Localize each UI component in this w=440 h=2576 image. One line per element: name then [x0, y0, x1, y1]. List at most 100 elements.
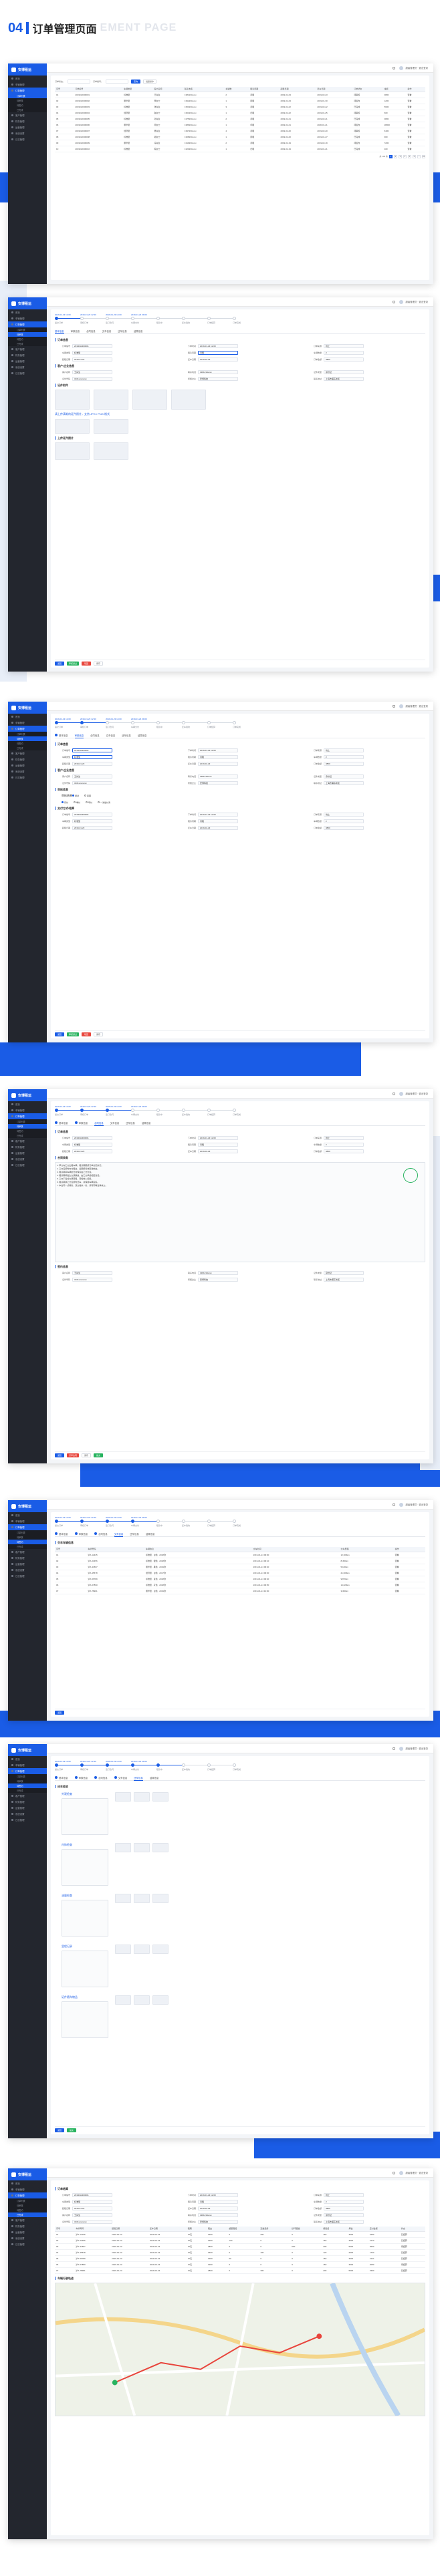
tab-item[interactable]: 还车信息 — [118, 328, 127, 333]
sidebar-subitem[interactable]: 订单列表 — [8, 1774, 47, 1779]
app-logo[interactable]: 安博租运 — [8, 63, 47, 76]
field-value[interactable]: 3101xxxxxxxx — [72, 1278, 112, 1282]
sidebar-item[interactable]: 日志管理 — [8, 1162, 47, 1168]
sidebar-item[interactable]: 客户管理 — [8, 2217, 47, 2223]
table-cell[interactable]: 查看 — [393, 1552, 425, 1558]
field-value[interactable]: 王先生 — [72, 1271, 112, 1275]
sidebar-subitem[interactable]: 订单列表 — [8, 1530, 47, 1535]
check-photo[interactable] — [115, 1995, 131, 2005]
sidebar-item[interactable]: 运营管理 — [8, 762, 47, 768]
table-row[interactable]: 02 沪A·23456 标准型 · 银色 · 2018款 2019-01-24 09:… — [55, 1558, 425, 1564]
sidebar-item[interactable]: 客户管理 — [8, 1549, 47, 1555]
sidebar-item[interactable]: 车辆管理 — [8, 315, 47, 321]
tab-item[interactable]: 合同信息 — [86, 328, 96, 333]
field-value[interactable]: 月租 — [198, 755, 238, 759]
tab-item[interactable]: 审核信息 — [74, 1120, 88, 1125]
back-button[interactable]: 返回 — [55, 1032, 64, 1036]
page-button[interactable]: 3 — [399, 154, 402, 158]
tab-item[interactable]: 审核信息 — [74, 732, 84, 738]
field-value[interactable]: 2 — [324, 819, 364, 823]
field-value[interactable]: 安博科技 — [198, 2220, 238, 2224]
table-row[interactable]: 01 沪A·12345 标准型 · 白色 · 2018款 2019-01-24 09:… — [55, 1552, 425, 1558]
page-button[interactable]: 1 — [389, 154, 393, 158]
sidebar-subitem[interactable]: 待审核 — [8, 2203, 47, 2208]
check-photo[interactable] — [152, 1792, 169, 1802]
tab-item[interactable]: 合同信息 — [94, 1775, 108, 1780]
table-row[interactable]: 03 2019012300003 标准型 张先生 1353234xxxx 3 月租 2019-… — [55, 104, 425, 110]
save-button[interactable]: 保存 — [94, 661, 104, 666]
sidebar-item[interactable]: 订单管理 — [8, 1113, 47, 1119]
back-button[interactable]: 返回 — [55, 1710, 64, 1715]
field-value[interactable]: 3800 — [324, 1149, 364, 1153]
bell-icon[interactable] — [393, 1503, 396, 1506]
tab-item[interactable]: 合同信息 — [94, 1120, 104, 1126]
table-cell[interactable]: 查看 — [393, 1570, 425, 1576]
back-button[interactable]: 返回 — [55, 2128, 64, 2132]
status-select[interactable] — [68, 80, 91, 84]
field-value[interactable]: 安博科技 — [198, 377, 238, 381]
sidebar-subitem[interactable]: 待审核 — [8, 1779, 47, 1783]
submit-button[interactable]: 提交 — [67, 2128, 76, 2132]
sidebar-item[interactable]: 客户管理 — [8, 346, 47, 352]
field-value[interactable]: 身份证 — [324, 370, 364, 374]
save-button[interactable]: 保存 — [82, 1453, 92, 1457]
sidebar-item[interactable]: 车辆管理 — [8, 720, 47, 726]
sidebar-item[interactable]: 系统设置 — [8, 1811, 47, 1817]
page-button[interactable]: 5 — [408, 154, 411, 158]
field-value[interactable]: 2019-02-23 — [198, 2206, 238, 2210]
table-row[interactable]: 08 2019012300008 标准型 郑女士 1308234xxxx 1 周租 2019-… — [55, 134, 425, 140]
sidebar-item[interactable]: 财务管理 — [8, 118, 47, 124]
tab-item[interactable]: 结算信息 — [134, 328, 143, 333]
user-info[interactable]: 超级管理员 · 退出登录 — [405, 704, 428, 708]
sidebar-subitem[interactable]: 待审核 — [8, 98, 47, 103]
check-photo[interactable] — [115, 1945, 131, 1954]
sidebar-subitem[interactable]: 已完成 — [8, 108, 47, 112]
table-cell[interactable]: 2019012300003 — [74, 104, 123, 110]
page-button[interactable]: 2 — [394, 154, 397, 158]
table-cell[interactable]: 查看 — [393, 1588, 425, 1594]
sidebar-item[interactable]: 财务管理 — [8, 1144, 47, 1150]
table-cell[interactable]: 2019012300001 — [74, 92, 123, 98]
pay-radio[interactable]: 年付 — [86, 801, 92, 804]
table-cell[interactable]: 2019012300006 — [74, 122, 123, 128]
user-info[interactable]: 超级管理员 · 退出登录 — [405, 1092, 428, 1095]
field-value[interactable]: 月租 — [198, 1143, 238, 1147]
avatar[interactable] — [399, 704, 404, 708]
check-note[interactable] — [62, 1951, 108, 1987]
sidebar-subitem[interactable]: 待签约 — [8, 1129, 47, 1133]
field-value[interactable]: 3800 — [324, 762, 364, 766]
sidebar-subitem[interactable]: 待签约 — [8, 741, 47, 746]
pay-radio[interactable]: 季付 — [74, 801, 80, 804]
field-value[interactable]: 2019012300001 — [72, 2193, 112, 2197]
sidebar-item[interactable]: 首页 — [8, 714, 47, 720]
sidebar-item[interactable]: 订单管理 — [8, 88, 47, 94]
reject-button[interactable]: 驳回 — [82, 1032, 92, 1036]
field-value[interactable]: 3800 — [324, 2206, 364, 2210]
field-value[interactable]: 2019-01-23 — [72, 2206, 112, 2210]
field-value[interactable]: 3101xxxxxxxx — [72, 377, 112, 381]
attachment-image[interactable] — [55, 442, 90, 460]
tab-item[interactable]: 交车信息 — [102, 328, 112, 333]
audit-radio[interactable]: 驳回 — [84, 795, 91, 797]
reject-button[interactable]: 驳回 — [82, 661, 92, 666]
table-row[interactable]: 02 沪A·23456 2019-01-23 2019-02-23 31天 1900 120… — [55, 2237, 425, 2244]
field-value[interactable]: 上海市浦东新区 — [324, 781, 364, 785]
field-value[interactable]: 2 — [324, 351, 364, 355]
sidebar-item[interactable]: 车辆管理 — [8, 1518, 47, 1524]
table-cell[interactable]: 查看 — [393, 1558, 425, 1564]
field-value[interactable]: 3800 — [324, 826, 364, 830]
sidebar-item[interactable]: 首页 — [8, 309, 47, 315]
attachment-image[interactable] — [94, 419, 128, 434]
page-button[interactable]: 10 — [422, 154, 425, 158]
tab-item[interactable]: 审核信息 — [74, 1531, 88, 1536]
pay-radio[interactable]: 月付 — [62, 801, 68, 804]
field-value[interactable]: 线上 — [324, 748, 364, 752]
attachment-image[interactable] — [94, 390, 128, 410]
tab-item[interactable]: 合同信息 — [90, 732, 100, 738]
sidebar-item[interactable]: 车辆管理 — [8, 1107, 47, 1113]
table-row[interactable]: 05 2019012300005 标准型 孙先生 1375234xxxx 2 月租 2019-… — [55, 116, 425, 122]
field-value[interactable]: 2019-01-23 12:00 — [198, 344, 238, 348]
table-cell[interactable]: 2019012300009 — [74, 140, 123, 146]
check-note[interactable] — [62, 1849, 108, 1886]
field-value[interactable]: 线上 — [324, 2193, 364, 2197]
